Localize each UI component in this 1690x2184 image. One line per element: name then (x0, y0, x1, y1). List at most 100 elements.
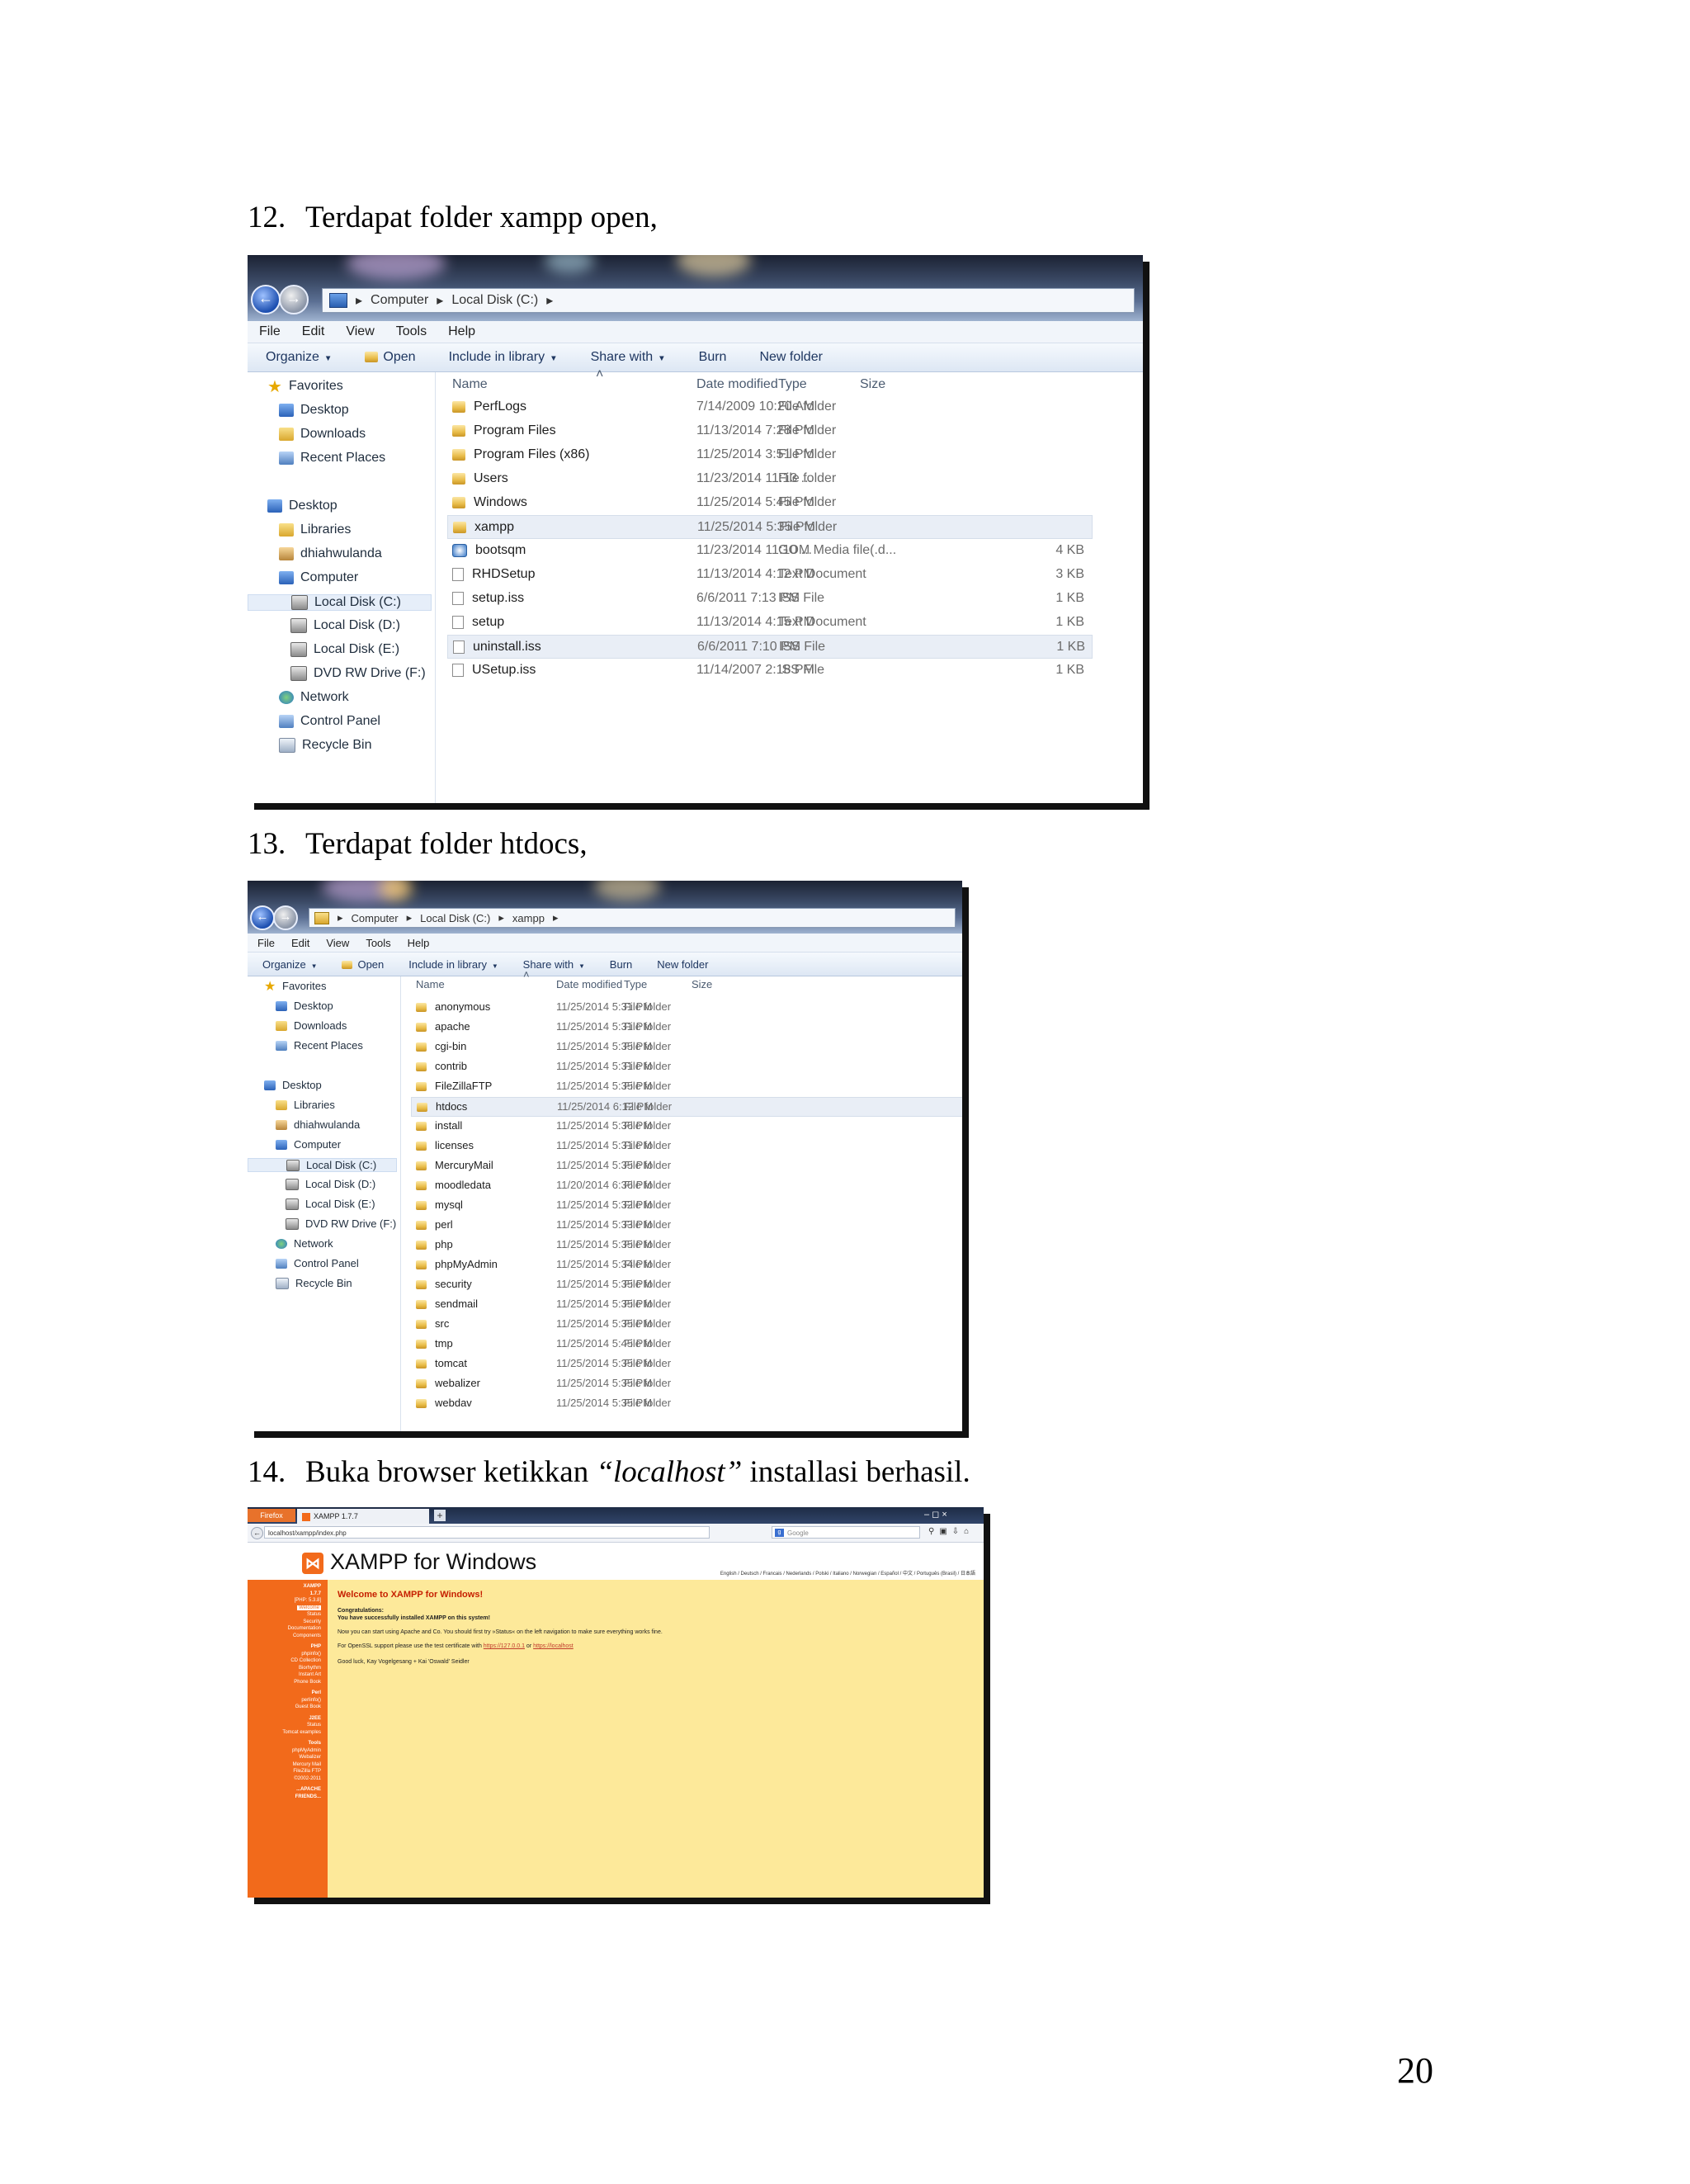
nav-item-dvd-rw-drive-f[interactable]: DVD RW Drive (F:) (286, 1217, 396, 1230)
column-header-name[interactable]: Name (452, 377, 488, 392)
nav-item-control-panel[interactable]: Control Panel (279, 714, 380, 729)
file-row[interactable]: setup 11/13/2014 4:15 PM Text Document 1 KB (447, 611, 1091, 633)
nav-item-local-disk-e[interactable]: Local Disk (E:) (290, 642, 399, 657)
nav-item-desktop[interactable]: Desktop (264, 1079, 322, 1091)
menu-file[interactable]: File (257, 937, 275, 949)
nav-item-local-disk-c[interactable]: Local Disk (C:) (248, 594, 432, 611)
window-controls[interactable]: – ◻ × (924, 1509, 947, 1520)
file-row[interactable]: setup.iss 6/6/2011 7:13 PM ISS File 1 KB (447, 587, 1091, 609)
file-row[interactable]: webdav 11/25/2014 5:35 PM File folder (411, 1394, 962, 1412)
column-header-name[interactable]: Name (416, 978, 445, 990)
toolbar-include-in-library-button[interactable]: Include in library ▼ (408, 958, 498, 971)
sidebar-item-components[interactable]: Components (293, 1633, 321, 1638)
toolbar-organize-button[interactable]: Organize ▼ (262, 958, 317, 971)
file-row[interactable]: FileZillaFTP 11/25/2014 5:35 PM File folde… (411, 1077, 962, 1095)
nav-item-favorites[interactable]: ★ Favorites (264, 980, 326, 993)
menu-tools[interactable]: Tools (366, 937, 390, 949)
nav-item-recycle-bin[interactable]: Recycle Bin (276, 1277, 352, 1289)
file-row[interactable]: Users 11/23/2014 11:13 ... File folder (447, 467, 1091, 489)
nav-item-downloads[interactable]: Downloads (279, 427, 366, 442)
file-row[interactable]: Windows 11/25/2014 5:45 PM File folder (447, 491, 1091, 513)
file-row[interactable]: xampp 11/25/2014 5:35 PM File folder (447, 515, 1093, 539)
firefox-menu-button[interactable]: Firefox (248, 1509, 295, 1522)
file-row[interactable]: PerfLogs 7/14/2009 10:20 AM File folder (447, 395, 1091, 418)
file-row[interactable]: mysql 11/25/2014 5:32 PM File folder (411, 1196, 962, 1214)
breadcrumb-item[interactable]: Computer (371, 293, 428, 308)
sidebar-item-webalizer[interactable]: Webalizer (299, 1755, 321, 1760)
back-button[interactable]: ← (251, 1527, 263, 1539)
menu-help[interactable]: Help (448, 324, 475, 339)
toolbar-new-folder-button[interactable]: New folder (657, 958, 708, 971)
address-bar[interactable]: ▸ Computer ▸ Local Disk (C:) ▸ (322, 288, 1135, 313)
nav-item-downloads[interactable]: Downloads (276, 1019, 347, 1032)
nav-item-control-panel[interactable]: Control Panel (276, 1257, 359, 1269)
toolbar-new-folder-button[interactable]: New folder (759, 350, 822, 365)
toolbar-share-with-button[interactable]: Share with ▼ (523, 958, 585, 971)
sidebar-item-instant-art[interactable]: Instant Art (299, 1672, 321, 1677)
link-127-0-0-1[interactable]: https://127.0.0.1 (484, 1643, 525, 1649)
nav-item-recycle-bin[interactable]: Recycle Bin (279, 738, 371, 753)
file-row[interactable]: bootsqm 11/23/2014 11:10 ... GOM Media fil… (447, 539, 1091, 561)
link-localhost[interactable]: https://localhost (533, 1643, 574, 1649)
sidebar-item-mercury-mail[interactable]: Mercury Mail (293, 1762, 321, 1767)
file-row[interactable]: Program Files 11/13/2014 7:28 PM File fold… (447, 419, 1091, 442)
sidebar-item-php-5-3-8[interactable]: [PHP: 5.3.8] (295, 1598, 321, 1603)
breadcrumb-item[interactable]: Local Disk (C:) (451, 293, 538, 308)
sidebar-item-guest-book[interactable]: Guest Book (295, 1704, 321, 1709)
nav-item-computer[interactable]: Computer (279, 570, 358, 585)
nav-item-libraries[interactable]: Libraries (276, 1099, 335, 1111)
nav-item-local-disk-e[interactable]: Local Disk (E:) (286, 1198, 375, 1210)
nav-item-recent-places[interactable]: Recent Places (279, 451, 385, 466)
column-header-size[interactable]: Size (860, 377, 885, 392)
file-row[interactable]: tmp 11/25/2014 5:45 PM File folder (411, 1335, 962, 1353)
nav-item-desktop[interactable]: Desktop (267, 499, 338, 513)
nav-item-recent-places[interactable]: Recent Places (276, 1039, 363, 1052)
toolbar-burn-button[interactable]: Burn (610, 958, 632, 971)
breadcrumb-item[interactable]: Local Disk (C:) (420, 912, 490, 924)
language-links[interactable]: English / Deutsch / Francais / Nederland… (720, 1569, 975, 1577)
sidebar-item-phpinfo[interactable]: phpinfo() (301, 1652, 321, 1657)
toolbar-share-with-button[interactable]: Share with ▼ (591, 350, 666, 365)
sidebar-item-perlinfo[interactable]: perlinfo() (301, 1698, 321, 1703)
nav-item-local-disk-d[interactable]: Local Disk (D:) (286, 1178, 375, 1190)
back-button[interactable]: ← (251, 285, 281, 314)
forward-button[interactable]: → (279, 285, 309, 314)
column-header-date-modified[interactable]: Date modified (696, 377, 778, 392)
forward-button[interactable]: → (273, 905, 298, 930)
toolbar-organize-button[interactable]: Organize ▼ (266, 350, 332, 365)
toolbar-burn-button[interactable]: Burn (699, 350, 727, 365)
sidebar-item-biorhythm[interactable]: Biorhythm (299, 1666, 321, 1671)
menu-view[interactable]: View (346, 324, 374, 339)
file-row[interactable]: moodledata 11/20/2014 6:36 PM File folder (411, 1176, 962, 1194)
file-row[interactable]: install 11/25/2014 5:36 PM File folder (411, 1117, 962, 1135)
toolbar-open-button[interactable]: Open (365, 350, 416, 365)
sidebar-item-welcome[interactable]: Welcome (297, 1605, 321, 1610)
menu-view[interactable]: View (326, 937, 349, 949)
menu-file[interactable]: File (259, 324, 281, 339)
url-bar[interactable]: localhost/xampp/index.php (264, 1526, 710, 1539)
nav-item-libraries[interactable]: Libraries (279, 522, 351, 537)
sidebar-item-status[interactable]: Status (307, 1723, 321, 1728)
menu-tools[interactable]: Tools (396, 324, 427, 339)
file-row[interactable]: USetup.iss 11/14/2007 2:18 PM ISS File 1 KB (447, 659, 1091, 681)
menu-help[interactable]: Help (408, 937, 430, 949)
nav-item-dhiahwulanda[interactable]: dhiahwulanda (276, 1118, 360, 1131)
file-row[interactable]: src 11/25/2014 5:35 PM File folder (411, 1315, 962, 1333)
nav-item-local-disk-c[interactable]: Local Disk (C:) (248, 1158, 397, 1172)
back-button[interactable]: ← (250, 905, 275, 930)
file-row[interactable]: security 11/25/2014 5:35 PM File folder (411, 1275, 962, 1293)
sidebar-item-status[interactable]: Status (307, 1612, 321, 1617)
nav-item-dvd-rw-drive-f[interactable]: DVD RW Drive (F:) (290, 666, 426, 681)
new-tab-button[interactable]: + (434, 1510, 446, 1521)
file-row[interactable]: cgi-bin 11/25/2014 5:35 PM File folder (411, 1038, 962, 1056)
nav-item-computer[interactable]: Computer (276, 1138, 341, 1151)
file-row[interactable]: uninstall.iss 6/6/2011 7:10 PM ISS File 1 K… (447, 635, 1093, 659)
file-row[interactable]: contrib 11/25/2014 5:31 PM File folder (411, 1057, 962, 1075)
nav-item-favorites[interactable]: ★ Favorites (267, 379, 343, 395)
sidebar-item-2002-2011[interactable]: ©2002-2011 (294, 1776, 321, 1781)
menu-edit[interactable]: Edit (291, 937, 309, 949)
toolbar-open-button[interactable]: Open (342, 958, 384, 971)
sidebar-item-phpmyadmin[interactable]: phpMyAdmin (292, 1748, 321, 1753)
toolbar-include-in-library-button[interactable]: Include in library ▼ (449, 350, 558, 365)
breadcrumb-item[interactable]: xampp (512, 912, 545, 924)
